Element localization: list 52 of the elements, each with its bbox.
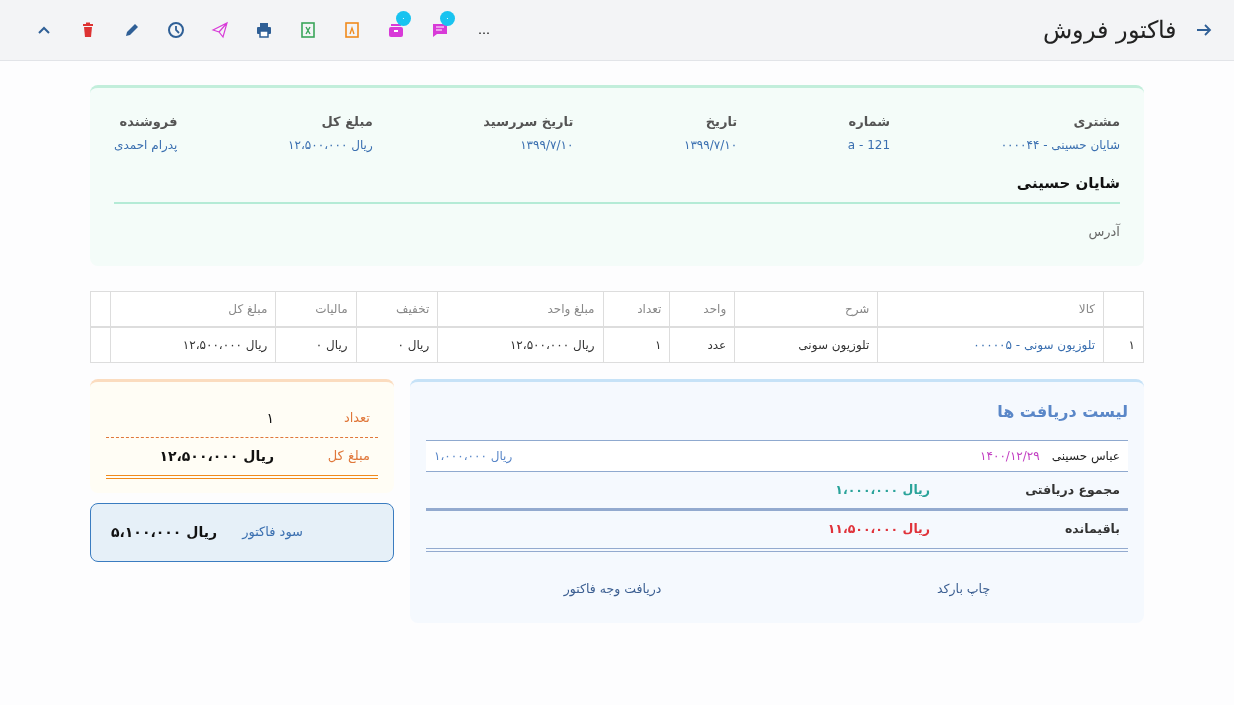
table-header: تخفیف [356, 291, 438, 327]
field-value: 121 - a [847, 136, 891, 154]
table-header: واحد [669, 291, 735, 327]
row-number: ۱ [1103, 326, 1144, 362]
table-header: تعداد [603, 291, 670, 327]
table-header: مالیات [275, 291, 357, 327]
receipt-row[interactable]: عباس حسینی ۱۴۰۰/۱۲/۲۹ ریال ۱،۰۰۰،۰۰۰ [426, 439, 1128, 472]
table-header: کالا [877, 291, 1104, 327]
customer-name: شایان حسینی [114, 161, 1120, 204]
field-value: ریال ۱۲،۵۰۰،۰۰۰ [288, 136, 373, 154]
profit-label: سود فاکتور [240, 523, 303, 542]
count-badge: ۰ [440, 11, 455, 26]
table-cell[interactable]: تلوزیون سونی - ۰۰۰۰۰۵ [877, 326, 1104, 362]
table-cell: ریال ۱۲،۵۰۰،۰۰۰ [110, 326, 276, 362]
table-cell: ریال ۰ [275, 326, 357, 362]
table-cell: ریال ۱۲،۵۰۰،۰۰۰ [437, 326, 604, 362]
field-label: تاریخ [704, 113, 738, 131]
action-link[interactable]: چاپ بارکد [933, 576, 995, 603]
table-header: مبلغ واحد [437, 291, 604, 327]
totals-value: ریال ۱۲،۵۰۰،۰۰۰ [159, 446, 274, 466]
field-value: پدرام احمدی [114, 136, 178, 154]
card-title: لیست دریافت ها [996, 400, 1128, 423]
field-value: شایان حسینی - ۰۰۰۰۴۴ [1000, 136, 1120, 154]
field-label: تاریخ سررسید [483, 113, 574, 131]
receipt-payer: عباس حسینی [1051, 447, 1120, 465]
table-cell: عدد [669, 326, 735, 362]
summary-value: ریال ۱،۰۰۰،۰۰۰ [835, 480, 930, 499]
field-label: شماره [847, 113, 891, 131]
totals-label: تعداد [342, 409, 370, 428]
summary-value: ریال ۱۱،۵۰۰،۰۰۰ [827, 520, 930, 539]
action-link[interactable]: دریافت وجه فاکتور [559, 576, 666, 603]
field-label: فروشنده [118, 113, 178, 131]
field-label: مبلغ کل [320, 113, 373, 131]
totals-value: ۱ [266, 408, 274, 428]
page-title: فاکتور فروش [1043, 15, 1176, 46]
table-cell: تلوزیون سونی [734, 326, 878, 362]
table-cell: ریال ۰ [356, 326, 438, 362]
table-header: شرح [734, 291, 878, 327]
table-cell: ۱ [603, 326, 670, 362]
summary-label: مجموع دریافتی [1024, 480, 1120, 499]
totals-label: مبلغ کل [326, 447, 370, 466]
more-button[interactable]: … [462, 15, 506, 45]
address-label: آدرس [1087, 222, 1120, 242]
table-header: مبلغ کل [110, 291, 276, 327]
field-value: ۱۳۹۹/۷/۱۰ [519, 136, 574, 154]
receipt-amount: ریال ۱،۰۰۰،۰۰۰ [434, 447, 513, 465]
receipt-date: ۱۴۰۰/۱۲/۲۹ [979, 447, 1040, 465]
field-label: مشتری [1072, 113, 1120, 131]
profit-value: ریال ۵،۱۰۰،۰۰۰ [110, 522, 217, 542]
field-value: ۱۳۹۹/۷/۱۰ [683, 136, 738, 154]
summary-label: باقیمانده [1063, 520, 1120, 539]
count-badge: ۰ [396, 11, 411, 26]
